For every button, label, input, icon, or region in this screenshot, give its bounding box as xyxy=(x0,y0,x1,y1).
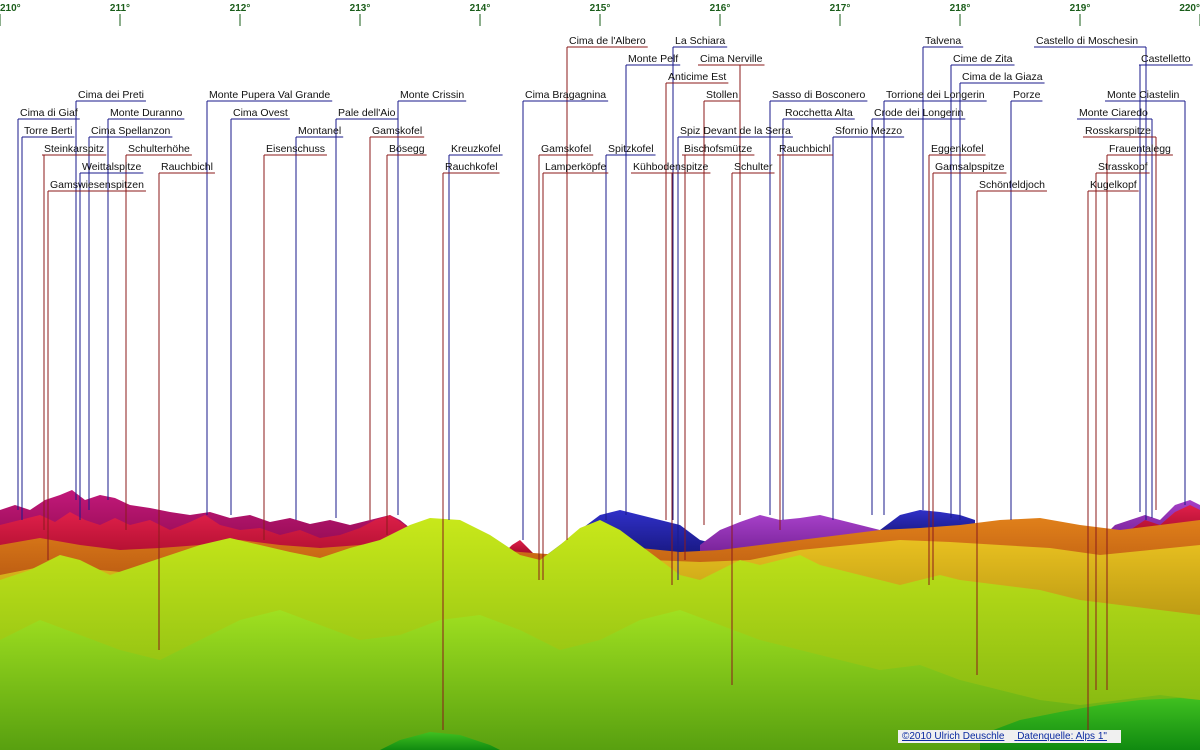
peak-label: Stollen xyxy=(706,89,738,101)
peak-label: Schönfeldjoch xyxy=(979,179,1045,191)
peak-label: Monte Duranno xyxy=(110,107,183,119)
peak-label: Monte Ciastelin xyxy=(1107,89,1180,101)
credit-bar: ©2010 Ulrich Deuschle Datenquelle: Alps … xyxy=(898,730,1121,743)
peak-marker: Weittalspitze xyxy=(79,161,144,520)
peak-label: Gamskofel xyxy=(372,125,422,137)
azimuth-tick-label: 212° xyxy=(230,3,251,14)
peak-marker: Pale dell'Aio xyxy=(335,107,398,518)
peak-label: Kühbodenspitze xyxy=(633,161,708,173)
peak-label: Monte Ciaredo xyxy=(1079,107,1148,119)
peak-marker: Rocchetta Alta xyxy=(782,107,855,520)
peak-label: Strasskopf xyxy=(1098,161,1148,173)
peak-label: Montanel xyxy=(298,125,341,137)
azimuth-tick-label: 215° xyxy=(590,3,611,14)
peak-marker: Cima Nerville xyxy=(698,53,765,515)
peak-label: Rauchkofel xyxy=(445,161,498,173)
azimuth-tick-label: 213° xyxy=(350,3,371,14)
azimuth-tick-label: 218° xyxy=(950,3,971,14)
peak-marker: Spiz Devant de la Serra xyxy=(677,125,793,580)
peak-marker: Rauchbichl xyxy=(777,143,833,530)
peak-label: Lamperköpfe xyxy=(545,161,606,173)
peak-marker: Gamskofel xyxy=(369,125,425,520)
peak-label: Castello di Moschesin xyxy=(1036,35,1138,47)
peak-label: Cima di Giaf xyxy=(20,107,78,119)
peak-label: Frauentalegg xyxy=(1109,143,1171,155)
azimuth-tick-label: 219° xyxy=(1070,3,1091,14)
peak-label: Kugelkopf xyxy=(1090,179,1137,191)
peak-label: Sfornio Mezzo xyxy=(835,125,902,137)
peak-label: Eggenkofel xyxy=(931,143,984,155)
peak-label: Monte Crissin xyxy=(400,89,464,101)
peak-marker: Cima de l'Albero xyxy=(566,35,648,540)
peak-label: Sasso di Bosconero xyxy=(772,89,866,101)
peak-marker: Eisenschuss xyxy=(263,143,327,540)
azimuth-tick-label: 217° xyxy=(830,3,851,14)
data-source-link[interactable]: Datenquelle: Alps 1" xyxy=(1017,731,1107,742)
peak-label: Anticime Est xyxy=(668,71,726,83)
peak-marker: Gamskofel xyxy=(538,143,594,580)
terrain xyxy=(0,490,1200,750)
peak-label: Crode dei Longerin xyxy=(874,107,963,119)
peak-marker: Cima di Giaf xyxy=(17,107,80,510)
peak-marker: Steinkarspitz xyxy=(42,143,107,530)
peak-label: Pale dell'Aio xyxy=(338,107,396,119)
peak-label: Rosskarspitze xyxy=(1085,125,1151,137)
peak-label: Monte Pelf xyxy=(628,53,678,65)
peak-label: Cima Spellanzon xyxy=(91,125,171,137)
azimuth-tick-label: 210° xyxy=(0,3,21,14)
peak-label: Kreuzkofel xyxy=(451,143,501,155)
peak-marker: Sfornio Mezzo xyxy=(832,125,905,520)
peak-marker: Cime de Zita xyxy=(950,53,1015,518)
peak-label: Bösegg xyxy=(389,143,425,155)
peak-label: Steinkarspitz xyxy=(44,143,104,155)
peak-label: Eisenschuss xyxy=(266,143,325,155)
peak-label: Schulterhöhe xyxy=(128,143,190,155)
azimuth-tick-label: 211° xyxy=(110,3,130,14)
peak-marker: Kreuzkofel xyxy=(448,143,503,520)
peak-label: Rocchetta Alta xyxy=(785,107,853,119)
peak-label: Torrione dei Longerin xyxy=(886,89,985,101)
peak-label: Monte Pupera Val Grande xyxy=(209,89,330,101)
peak-marker: Spitzkofel xyxy=(605,143,656,520)
peak-label: Gamskofel xyxy=(541,143,591,155)
peak-label: Rauchbichl xyxy=(779,143,831,155)
peak-label: Talvena xyxy=(925,35,961,47)
peak-label: Cima Bragagnina xyxy=(525,89,606,101)
peak-marker: Cima de la Giaza xyxy=(959,71,1045,520)
peak-label: Cima de l'Albero xyxy=(569,35,646,47)
peak-label: Bischofsmütze xyxy=(684,143,752,155)
peak-label: Castelletto xyxy=(1141,53,1191,65)
peak-label: Cima dei Preti xyxy=(78,89,144,101)
azimuth-tick-label: 220° xyxy=(1179,3,1200,14)
peak-label: Cime de Zita xyxy=(953,53,1013,65)
azimuth-scale: 210° 211° 212° 213° 214° 215° 216° 217° 218° 219°… xyxy=(0,3,1200,26)
peak-label: Rauchbichl xyxy=(161,161,213,173)
azimuth-tick-label: 216° xyxy=(710,3,731,14)
author-credit-link[interactable]: ©2010 Ulrich Deuschle xyxy=(902,731,1004,742)
peak-label: Cima Ovest xyxy=(233,107,288,119)
peak-label: Torre Berti xyxy=(24,125,72,137)
peak-label: Schulter xyxy=(734,161,773,173)
peak-label: Cima Nerville xyxy=(700,53,763,65)
peak-label: Gamswiesenspitzen xyxy=(50,179,144,191)
peak-label: La Schiara xyxy=(675,35,725,47)
peak-marker: Porze xyxy=(1010,89,1043,520)
peak-marker: Cima Ovest xyxy=(230,107,290,515)
panorama-view: 210° 211° 212° 213° 214° 215° 216° 217° 218° 219°… xyxy=(0,0,1200,750)
peak-marker: Bösegg xyxy=(386,143,427,535)
peak-label: Gamsalpspitze xyxy=(935,161,1005,173)
peak-marker: Bischofsmütze xyxy=(682,143,755,560)
peak-label: Spiz Devant de la Serra xyxy=(680,125,791,137)
peak-marker: La Schiara xyxy=(672,35,728,520)
azimuth-tick-label: 214° xyxy=(470,3,491,14)
peak-marker: Cima Bragagnina xyxy=(522,89,609,540)
peak-label: Spitzkofel xyxy=(608,143,654,155)
panorama-svg: 210° 211° 212° 213° 214° 215° 216° 217° 218° 219°… xyxy=(0,3,1200,750)
peak-label: Cima de la Giaza xyxy=(962,71,1043,83)
peak-label: Weittalspitze xyxy=(82,161,141,173)
peak-label: Porze xyxy=(1013,89,1041,101)
peak-marker: Anticime Est xyxy=(665,71,729,520)
